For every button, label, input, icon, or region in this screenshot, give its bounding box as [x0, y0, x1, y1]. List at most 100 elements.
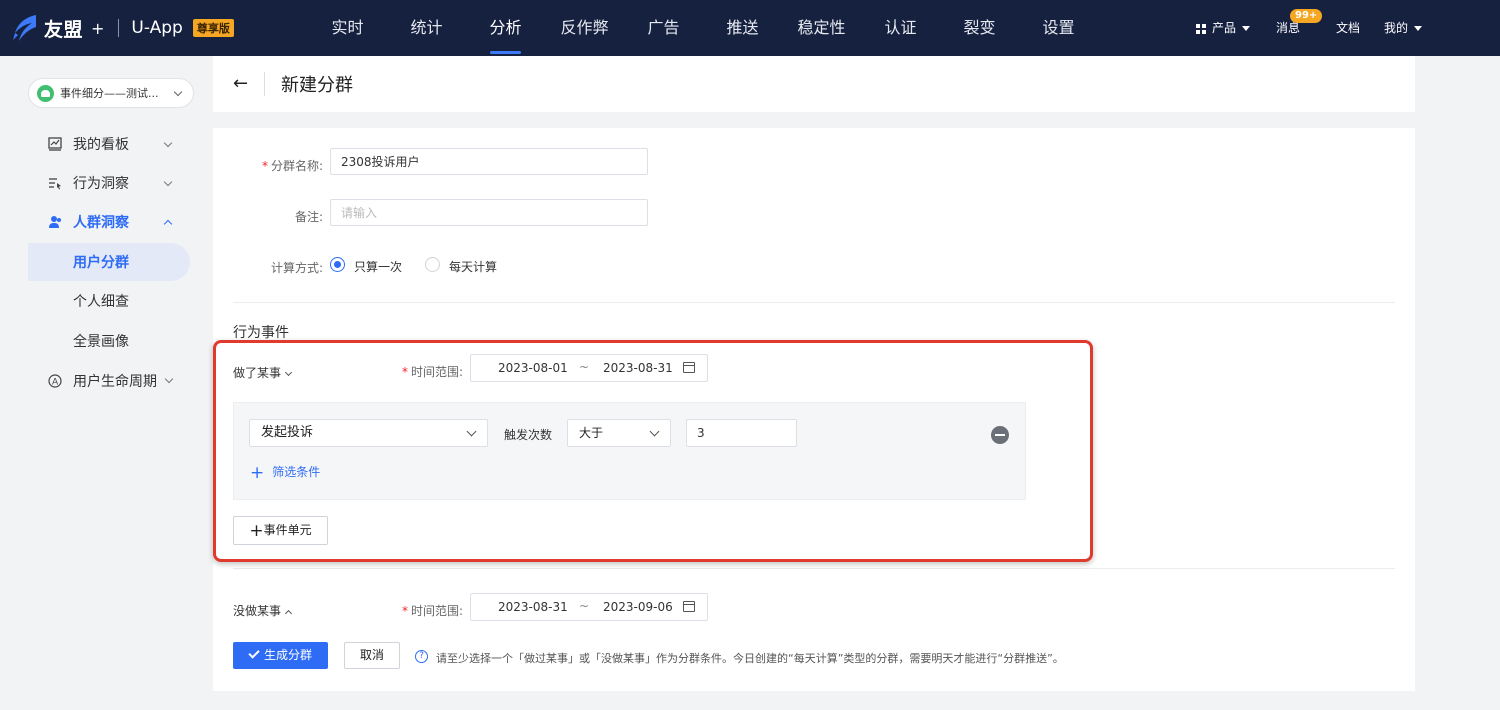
- sidebar-item-user-segment[interactable]: 用户分群: [28, 243, 190, 281]
- not-did-date-range[interactable]: 2023-08-31 ~ 2023-09-06: [470, 593, 708, 621]
- messages-link[interactable]: 消息 99+: [1275, 9, 1323, 36]
- calc-label: 计算方式:: [270, 261, 323, 275]
- calendar-icon: [683, 362, 695, 373]
- date-separator: ~: [579, 599, 590, 613]
- grid-icon: [1195, 23, 1206, 34]
- nav-statistics[interactable]: 统计: [387, 0, 466, 56]
- chevron-down-icon: [164, 374, 174, 384]
- sidebar-item-label: 用户分群: [73, 255, 129, 271]
- chevron-down-icon: [466, 426, 477, 437]
- required-mark: *: [401, 365, 408, 379]
- count-input[interactable]: [686, 419, 797, 447]
- brand-separator: [118, 19, 120, 37]
- generate-segment-button[interactable]: 生成分群: [233, 642, 328, 669]
- did-date-range[interactable]: 2023-08-01 ~ 2023-08-31: [470, 354, 708, 382]
- sidebar-item-label: 个人细查: [73, 294, 129, 310]
- caret-down-icon: [1414, 26, 1422, 31]
- docs-link[interactable]: 文档: [1336, 19, 1360, 36]
- umeng-logo-icon: [13, 15, 36, 41]
- edition-badge: 尊享版: [192, 19, 234, 37]
- event-unit: 发起投诉 触发次数 大于 +筛选条件: [233, 402, 1026, 500]
- chevron-down-icon: [163, 177, 173, 187]
- docs-label: 文档: [1335, 21, 1360, 35]
- caret-down-icon: [1242, 26, 1250, 31]
- remove-condition-icon[interactable]: [991, 426, 1009, 444]
- hint-text: 请至少选择一个「做过某事」或「没做某事」作为分群条件。今日创建的“每天计算”类型…: [436, 652, 1064, 665]
- calc-daily-label: 每天计算: [449, 260, 498, 274]
- date-separator: ~: [579, 360, 590, 374]
- not-did-mode-dropdown[interactable]: 没做某事: [233, 602, 293, 619]
- nav-anti-cheat[interactable]: 反作弊: [545, 0, 624, 56]
- chevron-down-icon: [173, 87, 183, 97]
- messages-label: 消息: [1275, 21, 1300, 35]
- required-mark: *: [261, 159, 268, 173]
- calc-once-label: 只算一次: [354, 260, 403, 274]
- messages-badge: 99+: [1289, 9, 1323, 23]
- nav-push[interactable]: 推送: [703, 0, 782, 56]
- sidebar-item-label: 我的看板: [73, 137, 129, 153]
- people-icon: [49, 216, 61, 228]
- chevron-down-icon: [649, 426, 660, 437]
- me-menu[interactable]: 我的: [1384, 19, 1422, 36]
- app-selector[interactable]: 事件细分——测试...: [28, 78, 194, 108]
- brand-plus: +: [91, 18, 105, 38]
- segment-form: *分群名称: 备注: 计算方式: 只算一次 每天计算 行为事件 做了某事 *时间…: [213, 128, 1415, 691]
- sidebar-item-people[interactable]: 人群洞察: [28, 203, 190, 241]
- check-icon: [248, 647, 260, 659]
- sidebar-item-dashboard[interactable]: 我的看板: [28, 125, 190, 163]
- section-title: 行为事件: [233, 325, 289, 341]
- brand[interactable]: 友盟 + U-App 尊享版: [12, 0, 234, 56]
- add-event-unit-button[interactable]: +事件单元: [233, 516, 328, 545]
- nav-ads[interactable]: 广告: [624, 0, 703, 56]
- sidebar-item-label: 人群洞察: [73, 215, 129, 231]
- nav-analysis[interactable]: 分析: [466, 0, 545, 56]
- calendar-icon: [683, 601, 695, 612]
- chevron-up-icon: [284, 609, 293, 618]
- did-mode-dropdown[interactable]: 做了某事: [233, 364, 293, 381]
- me-label: 我的: [1383, 21, 1408, 35]
- sidebar-item-panorama[interactable]: 全景画像: [28, 322, 190, 360]
- add-filter-link[interactable]: + 筛选条件: [250, 463, 320, 483]
- segment-name-input[interactable]: [330, 148, 648, 175]
- products-menu[interactable]: 产品: [1195, 19, 1250, 36]
- sidebar-item-label: 全景画像: [73, 334, 129, 350]
- header-divider: [264, 72, 265, 96]
- note-input[interactable]: [330, 199, 648, 226]
- sidebar-item-personal-detail[interactable]: 个人细查: [28, 282, 190, 320]
- top-navbar: 友盟 + U-App 尊享版 实时 统计 分析 反作弊 广告 推送 稳定性 认证…: [0, 0, 1500, 56]
- back-arrow-icon[interactable]: ←: [233, 73, 248, 94]
- nav-fission[interactable]: 裂变: [940, 0, 1019, 56]
- not-did-time-label: * 时间范围:: [401, 604, 463, 618]
- nav-settings[interactable]: 设置: [1019, 0, 1098, 56]
- page-header: ← 新建分群: [213, 56, 1415, 112]
- lifecycle-icon: A: [48, 374, 62, 388]
- page-title: 新建分群: [281, 75, 353, 96]
- calc-daily-radio[interactable]: [425, 257, 440, 272]
- nav-stability[interactable]: 稳定性: [782, 0, 861, 56]
- trigger-count-label: 触发次数: [504, 428, 553, 442]
- main-nav: 实时 统计 分析 反作弊 广告 推送 稳定性 认证 裂变 设置: [308, 0, 1098, 56]
- svg-text:A: A: [52, 378, 59, 388]
- products-label: 产品: [1211, 21, 1236, 35]
- sidebar-item-label: 用户生命周期: [73, 374, 157, 390]
- operator-select[interactable]: 大于: [567, 419, 671, 447]
- android-icon: [37, 84, 54, 102]
- calc-once-radio[interactable]: [330, 257, 345, 272]
- app-name: 事件细分——测试...: [60, 87, 159, 100]
- name-label: * 分群名称:: [261, 159, 323, 173]
- nav-auth[interactable]: 认证: [861, 0, 940, 56]
- note-label: 备注:: [294, 210, 323, 224]
- sidebar-item-lifecycle[interactable]: A 用户生命周期: [28, 362, 190, 400]
- cancel-button[interactable]: 取消: [344, 642, 400, 669]
- divider: [233, 568, 1395, 569]
- date-start: 2023-08-01: [498, 361, 568, 375]
- nav-realtime[interactable]: 实时: [308, 0, 387, 56]
- required-mark: *: [401, 604, 408, 618]
- divider: [233, 302, 1395, 303]
- brand-app-name: U-App: [131, 18, 183, 38]
- sidebar-item-label: 行为洞察: [73, 176, 129, 192]
- sidebar-item-behavior[interactable]: 行为洞察: [28, 164, 190, 202]
- behavior-icon: [49, 178, 61, 190]
- event-select[interactable]: 发起投诉: [249, 419, 488, 447]
- chevron-up-icon: [163, 219, 173, 229]
